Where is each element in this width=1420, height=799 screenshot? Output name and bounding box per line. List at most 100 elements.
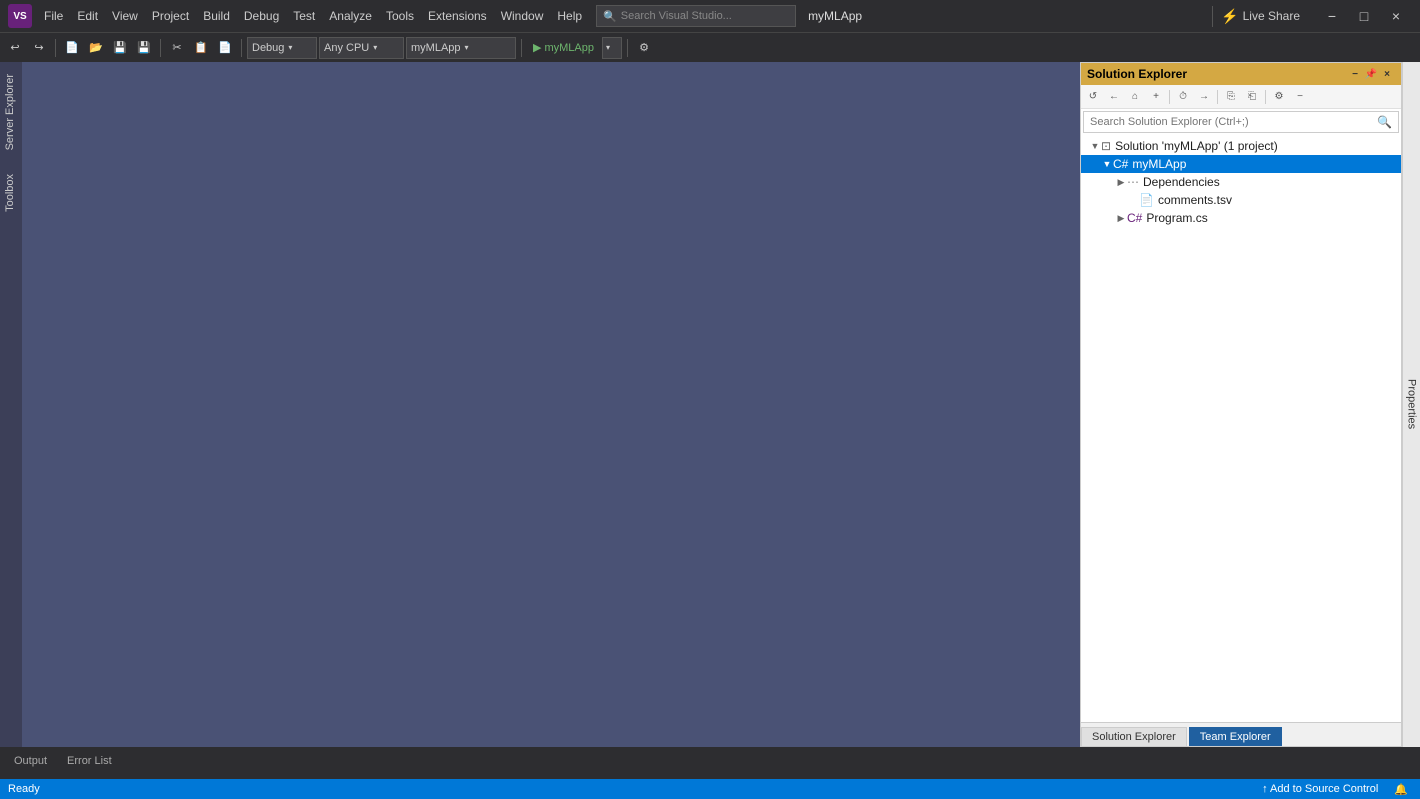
menu-debug[interactable]: Debug [238, 7, 285, 25]
menu-analyze[interactable]: Analyze [323, 7, 378, 25]
menu-test[interactable]: Test [287, 7, 321, 25]
toolbar-new[interactable]: 📄 [61, 37, 83, 59]
bottom-tabs: Output Error List [0, 747, 1420, 771]
window-controls: − □ × [1316, 0, 1412, 32]
file-program-label: Program.cs [1146, 211, 1207, 225]
toolbar-sep-1 [55, 39, 56, 57]
se-pin2-btn[interactable]: 📌 [1363, 66, 1379, 82]
menu-file[interactable]: File [38, 7, 69, 25]
se-search-box[interactable]: 🔍 [1083, 111, 1399, 133]
toolbar: ↩ ↪ 📄 📂 💾 💾 ✂ 📋 📄 Debug ▾ Any CPU ▾ myML… [0, 32, 1420, 62]
se-sep-2 [1217, 90, 1218, 104]
se-titlebar: Solution Explorer − 📌 × [1081, 63, 1401, 85]
se-home-btn[interactable]: ⌂ [1125, 87, 1145, 107]
solution-node[interactable]: ▼ ⊡ Solution 'myMLApp' (1 project) [1081, 137, 1401, 155]
menu-build[interactable]: Build [197, 7, 236, 25]
toolbar-sep-4 [521, 39, 522, 57]
toolbar-open[interactable]: 📂 [85, 37, 107, 59]
run-dropdown-arrow[interactable]: ▾ [602, 37, 622, 59]
live-share-button[interactable]: ⚡ Live Share [1212, 6, 1308, 27]
add-source-control-btn[interactable]: ↑ Add to Source Control [1258, 783, 1382, 795]
menu-help[interactable]: Help [551, 7, 588, 25]
se-settings-btn[interactable]: ⚙ [1269, 87, 1289, 107]
solution-expand-icon: ▼ [1089, 141, 1101, 151]
se-copy-btn[interactable]: ⎘ [1221, 87, 1241, 107]
se-minus-btn[interactable]: − [1290, 87, 1310, 107]
dep-icon: ⋯ [1127, 175, 1139, 189]
main-area: Server Explorer Toolbox Solution Explore… [0, 62, 1420, 747]
cpu-dropdown[interactable]: Any CPU ▾ [319, 37, 404, 59]
toolbar-redo[interactable]: ↪ [28, 37, 50, 59]
editor-area[interactable] [22, 62, 1080, 747]
se-tree: ▼ ⊡ Solution 'myMLApp' (1 project) ▼ C# … [1081, 135, 1401, 722]
team-explorer-tab-btn[interactable]: Team Explorer [1189, 727, 1282, 746]
toolbar-undo[interactable]: ↩ [4, 37, 26, 59]
title-bar: VS File Edit View Project Build Debug Te… [0, 0, 1420, 32]
output-tab[interactable]: Output [4, 753, 57, 771]
toolbar-save-all[interactable]: 💾 [133, 37, 155, 59]
se-sep-1 [1169, 90, 1170, 104]
file-program-node[interactable]: ▶ C# Program.cs [1081, 209, 1401, 227]
menu-window[interactable]: Window [495, 7, 550, 25]
toolbar-settings[interactable]: ⚙ [633, 37, 655, 59]
se-close-btn[interactable]: × [1379, 66, 1395, 82]
se-pin-btn[interactable]: − [1347, 66, 1363, 82]
notification-bell-btn[interactable]: 🔔 [1390, 783, 1412, 796]
se-sep-3 [1265, 90, 1266, 104]
dep-expand-icon: ▶ [1115, 177, 1127, 188]
solution-label: Solution 'myMLApp' (1 project) [1115, 139, 1278, 153]
se-clock-btn[interactable]: ⏱ [1173, 87, 1193, 107]
se-forward-btn[interactable]: → [1194, 87, 1214, 107]
cs-file-icon: C# [1127, 211, 1142, 225]
menu-tools[interactable]: Tools [380, 7, 420, 25]
toolbar-cut[interactable]: ✂ [166, 37, 188, 59]
solution-icon: ⊡ [1101, 139, 1111, 153]
solution-explorer-tab-btn[interactable]: Solution Explorer [1081, 727, 1187, 746]
project-node[interactable]: ▼ C# myMLApp [1081, 155, 1401, 173]
se-back-btn[interactable]: ← [1104, 87, 1124, 107]
live-share-label: Live Share [1243, 9, 1300, 23]
toolbar-save[interactable]: 💾 [109, 37, 131, 59]
file-comments-node[interactable]: 📄 comments.tsv [1081, 191, 1401, 209]
se-paste-btn[interactable]: ⎗ [1242, 87, 1262, 107]
search-box[interactable]: 🔍 Search Visual Studio... [596, 5, 796, 27]
project-icon: C# [1113, 157, 1128, 171]
se-add-btn[interactable]: + [1146, 87, 1166, 107]
search-placeholder: Search Visual Studio... [621, 10, 732, 22]
status-right: ↑ Add to Source Control 🔔 [1258, 783, 1412, 796]
server-explorer-tab[interactable]: Server Explorer [0, 62, 22, 162]
app-title: myMLApp [808, 9, 862, 23]
debug-config-dropdown[interactable]: Debug ▾ [247, 37, 317, 59]
project-expand-icon: ▼ [1101, 159, 1113, 169]
maximize-button[interactable]: □ [1348, 0, 1380, 32]
se-title: Solution Explorer [1087, 67, 1347, 81]
properties-side-tab[interactable]: Properties [1402, 62, 1420, 747]
toolbar-sep-5 [627, 39, 628, 57]
menu-view[interactable]: View [106, 7, 144, 25]
se-bottom-tabs: Solution Explorer Team Explorer [1081, 722, 1401, 746]
close-button[interactable]: × [1380, 0, 1412, 32]
se-search-input[interactable] [1090, 116, 1377, 128]
dependencies-node[interactable]: ▶ ⋯ Dependencies [1081, 173, 1401, 191]
menu-bar: File Edit View Project Build Debug Test … [38, 7, 588, 25]
toolbar-paste[interactable]: 📄 [214, 37, 236, 59]
vs-logo: VS [8, 4, 32, 28]
solution-explorer-panel: Solution Explorer − 📌 × ↺ ← ⌂ + ⏱ → ⎘ ⎗ … [1080, 62, 1402, 747]
search-icon: 🔍 [603, 10, 617, 23]
menu-edit[interactable]: Edit [71, 7, 104, 25]
menu-extensions[interactable]: Extensions [422, 7, 493, 25]
toolbar-sep-3 [241, 39, 242, 57]
toolbox-tab[interactable]: Toolbox [0, 162, 22, 224]
toolbar-sep-2 [160, 39, 161, 57]
project-label: myMLApp [1132, 157, 1186, 171]
menu-project[interactable]: Project [146, 7, 195, 25]
minimize-button[interactable]: − [1316, 0, 1348, 32]
error-list-tab[interactable]: Error List [57, 753, 122, 771]
bottom-area: Output Error List [0, 747, 1420, 779]
project-dropdown[interactable]: myMLApp ▾ [406, 37, 516, 59]
dep-label: Dependencies [1143, 175, 1220, 189]
run-button[interactable]: ▶ myMLApp [527, 37, 600, 59]
status-ready: Ready [8, 783, 1258, 795]
se-refresh-btn[interactable]: ↺ [1083, 87, 1103, 107]
toolbar-copy[interactable]: 📋 [190, 37, 212, 59]
